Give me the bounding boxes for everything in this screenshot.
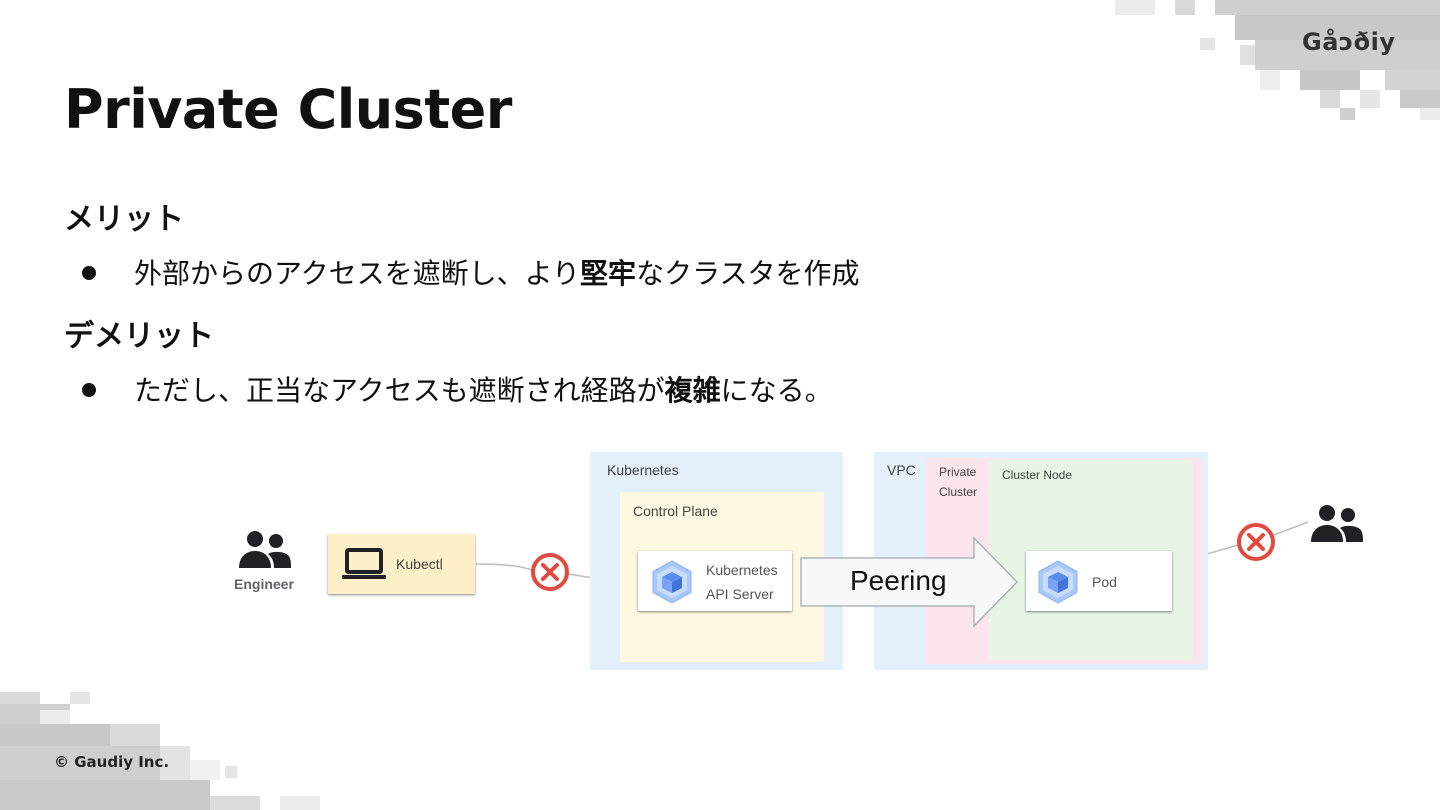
private-cluster-label-line1: Private	[939, 465, 977, 479]
kubernetes-hexagon-icon	[652, 560, 692, 604]
laptop-icon	[342, 548, 386, 579]
private-cluster-label-line2: Cluster	[939, 485, 978, 499]
peering-label: Peering	[850, 565, 947, 596]
cluster-node-label: Cluster Node	[1002, 468, 1073, 482]
blocked-x-icon-right	[1237, 523, 1275, 561]
api-server-label-line2: API Server	[706, 586, 774, 602]
engineer-people-icon	[239, 531, 291, 568]
blocked-x-icon-left	[531, 553, 569, 591]
kubernetes-zone-label: Kubernetes	[607, 462, 679, 478]
vpc-label: VPC	[887, 462, 916, 478]
pod-card: Pod	[1026, 551, 1172, 611]
api-server-label-line1: Kubernetes	[706, 562, 778, 578]
connection-lines	[475, 521, 1309, 581]
external-users-icon	[1311, 505, 1363, 542]
kubernetes-hexagon-icon	[1038, 560, 1078, 604]
kubectl-label: Kubectl	[396, 556, 443, 572]
kubectl-card: Kubectl	[328, 534, 475, 594]
engineer-label: Engineer	[234, 576, 294, 592]
api-server-card: Kubernetes API Server	[638, 551, 792, 611]
copyright-text: © Gaudiy Inc.	[54, 753, 170, 771]
control-plane-label: Control Plane	[633, 503, 718, 519]
pod-label: Pod	[1092, 574, 1117, 590]
